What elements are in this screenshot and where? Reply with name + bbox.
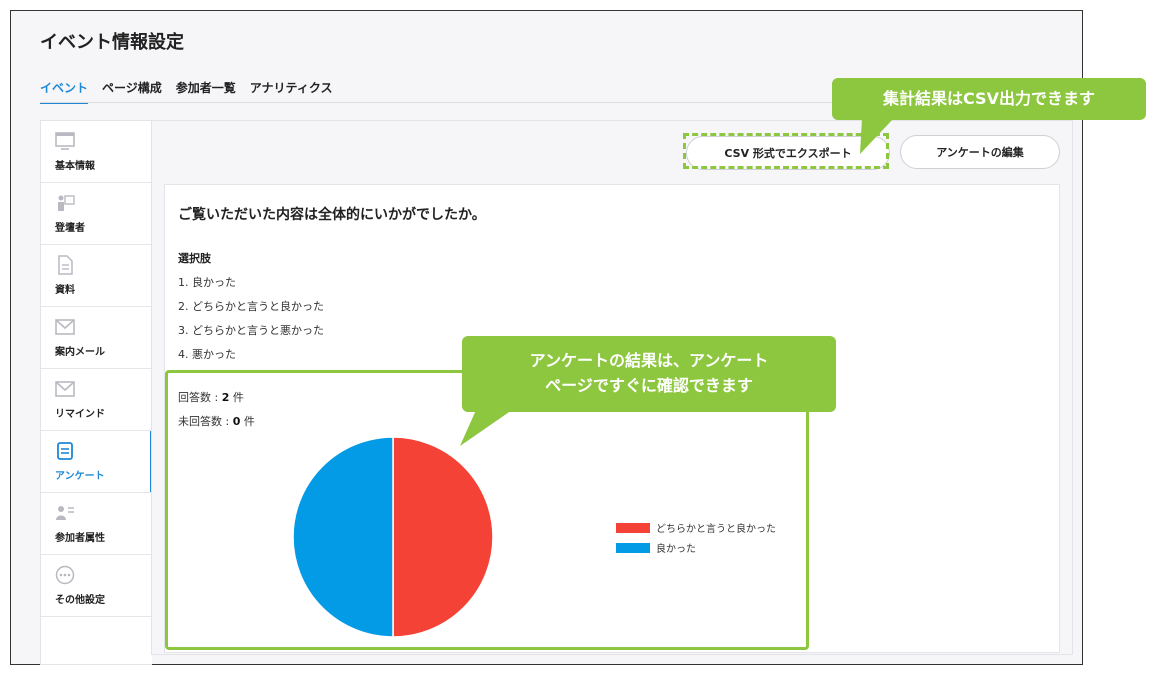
results-callout-line2: ページですぐに確認できます xyxy=(545,376,753,395)
answered-count: 回答数 : 2 件 xyxy=(178,389,244,405)
presenter-icon xyxy=(58,195,75,211)
legend-item: 良かった xyxy=(616,540,696,555)
edit-survey-button[interactable]: アンケートの編集 xyxy=(900,135,1060,169)
unanswered-label: 未回答数 : xyxy=(178,415,233,428)
option-item: 3. どちらかと言うと悪かった xyxy=(178,324,324,337)
option-item: 2. どちらかと言うと良かった xyxy=(178,300,324,313)
page-title: イベント情報設定 xyxy=(40,32,184,53)
more-icon xyxy=(55,565,75,585)
sidebar-item-label: 登壇者 xyxy=(55,223,85,234)
results-callout-pointer xyxy=(460,410,512,446)
sidebar: 基本情報 登壇者 資料 案内メール リマインド アンケート 参加者属性 その他設… xyxy=(40,120,152,665)
sidebar-item-label: リマインド xyxy=(55,409,105,420)
legend-item: どちらかと言うと良かった xyxy=(616,520,776,535)
sidebar-item-label: アンケート xyxy=(55,471,105,482)
survey-question: ご覧いただいた内容は全体的にいかがでしたか。 xyxy=(178,207,486,223)
sidebar-item-guide-mail[interactable]: 案内メール xyxy=(41,307,152,369)
monitor-icon xyxy=(55,132,75,150)
user-list-icon xyxy=(56,506,74,520)
survey-pie-chart xyxy=(292,436,494,638)
tab-event[interactable]: イベント xyxy=(40,79,89,104)
sidebar-item-label: 案内メール xyxy=(55,347,105,358)
tab-bar: イベント ページ構成 参加者一覧 アナリティクス xyxy=(40,79,346,104)
sidebar-item-survey[interactable]: アンケート xyxy=(41,431,152,493)
sidebar-item-materials[interactable]: 資料 xyxy=(41,245,152,307)
answered-label: 回答数 : xyxy=(178,391,222,404)
sidebar-item-other-settings[interactable]: その他設定 xyxy=(41,555,152,617)
unanswered-unit: 件 xyxy=(240,415,255,428)
legend-swatch-0 xyxy=(616,522,650,533)
csv-callout-pointer xyxy=(860,118,894,154)
tab-page-structure[interactable]: ページ構成 xyxy=(102,79,162,104)
pie-slice-0 xyxy=(392,436,494,638)
results-callout-line1: アンケートの結果は、アンケート xyxy=(529,351,769,370)
sidebar-item-label: 参加者属性 xyxy=(55,533,105,544)
answered-unit: 件 xyxy=(229,391,244,404)
legend-swatch-1 xyxy=(616,542,650,553)
pie-slice-1 xyxy=(292,436,394,638)
legend-label-1: 良かった xyxy=(656,544,696,555)
tab-analytics[interactable]: アナリティクス xyxy=(250,79,333,104)
sidebar-item-basic-info[interactable]: 基本情報 xyxy=(41,121,152,183)
mail-icon xyxy=(55,381,75,397)
legend-label-0: どちらかと言うと良かった xyxy=(656,524,776,535)
survey-icon xyxy=(57,442,73,460)
unanswered-count: 未回答数 : 0 件 xyxy=(178,413,255,429)
option-item: 1. 良かった xyxy=(178,276,236,289)
sidebar-item-label: 基本情報 xyxy=(55,161,95,172)
sidebar-item-speakers[interactable]: 登壇者 xyxy=(41,183,152,245)
results-callout: アンケートの結果は、アンケート ページですぐに確認できます xyxy=(462,336,836,412)
document-icon xyxy=(58,255,73,275)
tab-participants[interactable]: 参加者一覧 xyxy=(176,79,236,104)
csv-callout: 集計結果はCSV出力できます xyxy=(832,78,1146,120)
sidebar-item-label: 資料 xyxy=(55,285,75,296)
sidebar-item-label: その他設定 xyxy=(55,595,105,606)
option-item: 4. 悪かった xyxy=(178,348,236,361)
sidebar-item-remind[interactable]: リマインド xyxy=(41,369,152,431)
sidebar-item-participant-attributes[interactable]: 参加者属性 xyxy=(41,493,152,555)
mail-icon xyxy=(55,319,75,335)
options-heading: 選択肢 xyxy=(178,252,211,265)
